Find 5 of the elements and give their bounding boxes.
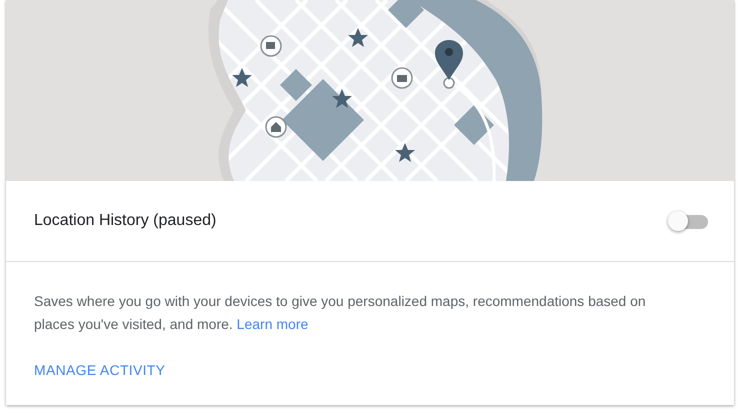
toggle-switch[interactable] — [668, 211, 708, 231]
learn-more-link[interactable]: Learn more — [236, 316, 308, 332]
description-text: Saves where you go with your devices to give you personalized maps, recommendations based on places you've visited, and more. Learn more — [34, 292, 647, 334]
setting-title: Location History (paused) — [34, 211, 216, 231]
manage-activity-link[interactable]: MANAGE ACTIVITY — [34, 360, 166, 381]
